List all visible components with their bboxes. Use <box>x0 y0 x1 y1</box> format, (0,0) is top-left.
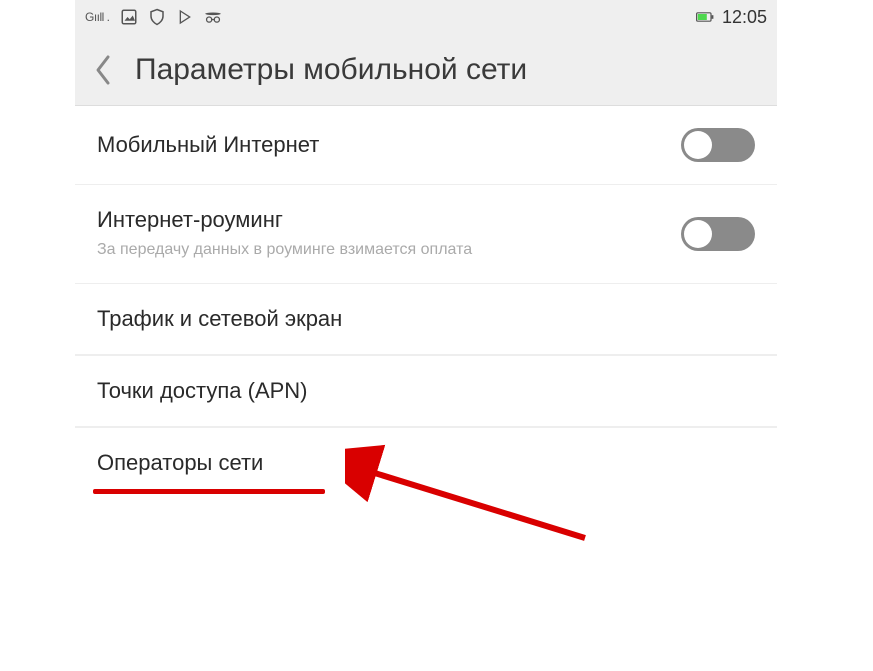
row-traffic[interactable]: Трафик и сетевой экран <box>75 284 777 355</box>
page-title: Параметры мобильной сети <box>135 53 527 87</box>
row-label: Мобильный Интернет <box>97 132 319 158</box>
header: Параметры мобильной сети <box>75 34 777 106</box>
shield-icon <box>148 8 166 26</box>
row-label: Операторы сети <box>97 450 263 476</box>
status-bar: Gııll . 12:05 <box>75 0 777 34</box>
toggle-roaming[interactable] <box>681 217 755 251</box>
row-label: Точки доступа (APN) <box>97 378 308 404</box>
clock-text: 12:05 <box>722 7 767 28</box>
underline-annotation <box>93 489 325 494</box>
play-icon <box>176 8 194 26</box>
row-label: Интернет-роуминг <box>97 207 472 233</box>
row-roaming[interactable]: Интернет-роуминг За передачу данных в ро… <box>75 185 777 284</box>
arrow-annotation <box>345 428 605 548</box>
incognito-icon <box>204 8 222 26</box>
row-apn[interactable]: Точки доступа (APN) <box>75 355 777 427</box>
row-mobile-internet[interactable]: Мобильный Интернет <box>75 106 777 185</box>
row-label: Трафик и сетевой экран <box>97 306 342 332</box>
signal-text: Gııll . <box>85 10 110 24</box>
row-subtext: За передачу данных в роуминге взимается … <box>97 239 472 261</box>
toggle-mobile-internet[interactable] <box>681 128 755 162</box>
picture-icon <box>120 8 138 26</box>
status-right: 12:05 <box>696 7 767 28</box>
back-button[interactable] <box>89 49 117 91</box>
battery-icon <box>696 8 714 26</box>
status-left: Gııll . <box>85 8 222 26</box>
